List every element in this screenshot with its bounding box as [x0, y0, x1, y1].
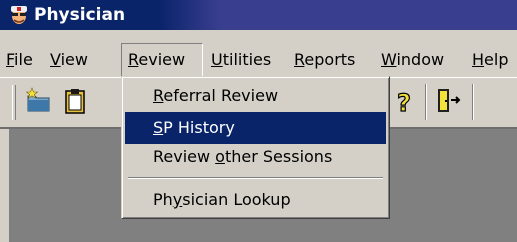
menu-review[interactable]: Review	[121, 43, 203, 77]
workspace-frame-edge	[0, 129, 9, 242]
menu-help[interactable]: Help	[472, 43, 508, 77]
new-folder-button[interactable]	[22, 84, 56, 118]
physician-app-icon	[11, 6, 27, 24]
menu-separator	[128, 177, 383, 179]
menu-bar: File View Review Utilities Reports Windo…	[0, 43, 517, 77]
toolbar-grip[interactable]	[12, 85, 16, 120]
menu-reports[interactable]: Reports	[294, 43, 355, 77]
application-window: Physician File View Review Utilities Rep…	[0, 0, 517, 242]
menu-item-referral-review[interactable]: Referral Review	[125, 80, 386, 112]
clipboard-icon	[65, 89, 85, 114]
clipboard-button[interactable]	[58, 84, 92, 118]
menu-item-sp-history[interactable]: SP History	[125, 112, 386, 144]
review-dropdown-menu: Referral Review SP History Review other …	[121, 76, 390, 219]
help-button[interactable]: ?	[389, 84, 423, 118]
menu-window[interactable]: Window	[381, 43, 444, 77]
toolbar-separator-end	[472, 84, 474, 120]
toolbar-hidden-button[interactable]	[96, 84, 110, 118]
exit-door-icon	[438, 89, 461, 112]
menu-utilities[interactable]: Utilities	[211, 43, 271, 77]
toolbar-separator	[425, 84, 427, 120]
new-folder-icon	[25, 87, 50, 112]
exit-button[interactable]	[432, 84, 466, 118]
menu-view[interactable]: View	[50, 43, 88, 77]
menu-item-physician-lookup[interactable]: Physician Lookup	[125, 184, 386, 216]
help-icon: ?	[396, 88, 411, 117]
window-title: Physician	[34, 5, 126, 25]
title-bar: Physician	[0, 0, 517, 30]
svg-text:?: ?	[397, 89, 411, 117]
menu-file[interactable]: File	[6, 43, 33, 77]
menu-item-review-other-sessions[interactable]: Review other Sessions	[125, 141, 386, 173]
